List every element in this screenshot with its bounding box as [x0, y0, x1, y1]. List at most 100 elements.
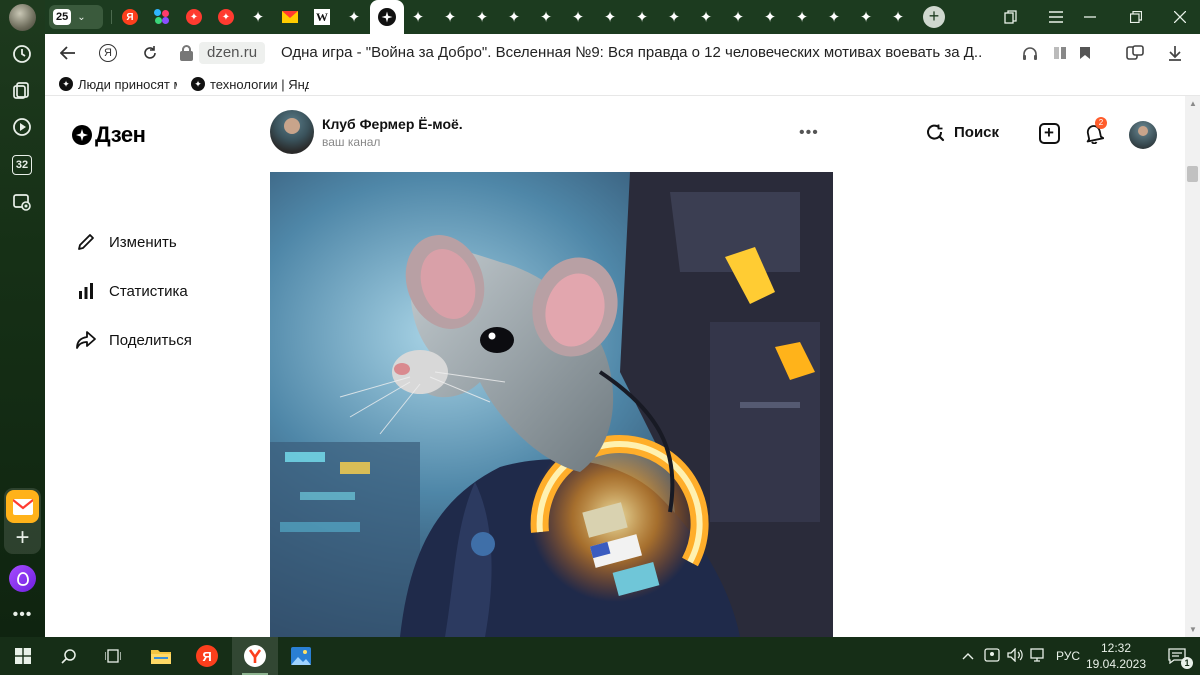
bookmark-icon[interactable] — [1075, 43, 1095, 63]
bookmark-item-1[interactable]: ✦ Люди приносят мые — [59, 75, 177, 93]
tab-dzen-11[interactable]: ✦ — [661, 5, 687, 29]
meet-now-icon[interactable] — [980, 647, 1004, 665]
search-button[interactable]: Поиск — [925, 122, 999, 142]
tabs-overview-icon[interactable] — [1000, 6, 1022, 28]
reload-icon[interactable] — [139, 42, 161, 64]
scroll-up-icon[interactable]: ▲ — [1189, 99, 1197, 108]
alice-assistant-icon[interactable] — [9, 565, 36, 592]
user-avatar[interactable] — [1129, 121, 1157, 149]
tab-dzen-3[interactable]: ✦ — [405, 5, 431, 29]
tab-dzen-17[interactable]: ✦ — [853, 5, 879, 29]
tab-wikipedia[interactable]: W — [309, 5, 335, 29]
taskbar-yandex-browser[interactable] — [232, 637, 278, 675]
url-domain[interactable]: dzen.ru — [199, 42, 266, 64]
action-center-button[interactable]: 1 — [1154, 637, 1200, 675]
more-options-icon[interactable]: ••• — [799, 124, 819, 142]
start-button[interactable] — [0, 637, 46, 675]
close-icon[interactable] — [1169, 6, 1191, 28]
tab-dzen-16[interactable]: ✦ — [821, 5, 847, 29]
mail-app-icon[interactable] — [6, 490, 39, 523]
scroll-thumb[interactable] — [1187, 166, 1198, 182]
add-app-icon[interactable]: + — [6, 526, 39, 550]
volume-icon[interactable] — [1004, 646, 1026, 665]
tab-dzen-6[interactable]: ✦ — [501, 5, 527, 29]
restore-icon[interactable] — [1125, 6, 1147, 28]
windows-taskbar: Я РУС 12:32 19.04.2023 1 — [0, 637, 1200, 675]
new-tab-button[interactable]: + — [923, 6, 945, 28]
headphones-icon[interactable] — [1020, 43, 1040, 63]
calendar-icon[interactable]: 32 — [8, 151, 36, 179]
dzen-favicon-icon: ✦ — [859, 9, 873, 26]
address-bar: Я dzen.ru Одна игра - "Война за Добро". … — [45, 34, 1200, 72]
tab-dzen-10[interactable]: ✦ — [629, 5, 655, 29]
network-icon[interactable] — [1026, 647, 1048, 665]
tab-colorful[interactable] — [149, 5, 175, 29]
dzen-favicon-icon: ✦ — [795, 9, 809, 26]
minimize-icon[interactable] — [1079, 6, 1101, 28]
tab-yandex[interactable]: Я — [117, 5, 143, 29]
tab-dzen-2[interactable]: ✦ — [341, 5, 367, 29]
tab-dzen-9[interactable]: ✦ — [597, 5, 623, 29]
bookmark-item-2[interactable]: ✦ технологии | Янде — [191, 75, 309, 93]
profile-avatar[interactable] — [9, 4, 36, 31]
tab-dzen-15[interactable]: ✦ — [789, 5, 815, 29]
collections-icon[interactable] — [8, 76, 36, 104]
colorful-dots-favicon-icon — [154, 9, 170, 25]
tab-dzen-12[interactable]: ✦ — [693, 5, 719, 29]
dzen-logo[interactable]: Дзен — [72, 122, 146, 148]
back-arrow-icon[interactable] — [57, 42, 79, 64]
channel-avatar[interactable] — [270, 110, 314, 154]
scroll-down-icon[interactable]: ▼ — [1189, 625, 1197, 634]
tab-red-1[interactable]: ✦ — [181, 5, 207, 29]
bookmark-label-text: технологии | Янд — [210, 76, 309, 92]
tab-dzen-18[interactable]: ✦ — [885, 5, 911, 29]
clock-date: 19.04.2023 — [1085, 657, 1147, 671]
lock-icon[interactable] — [178, 42, 196, 64]
tab-active-dzen[interactable] — [370, 0, 404, 34]
red-star-favicon-icon: ✦ — [218, 9, 234, 25]
download-icon[interactable] — [1165, 43, 1185, 63]
screenshot-icon[interactable] — [8, 188, 36, 216]
tab-dzen-8[interactable]: ✦ — [565, 5, 591, 29]
taskbar-explorer[interactable] — [138, 637, 184, 675]
tab-mail[interactable] — [277, 5, 303, 29]
notification-badge: 2 — [1095, 117, 1107, 129]
taskbar-photos[interactable] — [278, 637, 324, 675]
menu-item-statistics[interactable]: Статистика — [75, 279, 188, 303]
notifications-button[interactable]: 2 — [1082, 117, 1107, 145]
menu-item-edit[interactable]: Изменить — [75, 230, 177, 254]
language-indicator[interactable]: РУС — [1056, 649, 1080, 663]
tab-dzen-7[interactable]: ✦ — [533, 5, 559, 29]
tab-counter-button[interactable]: 25 ⌄ — [49, 5, 103, 29]
yandex-home-button[interactable]: Я — [97, 42, 119, 64]
dzen-favicon-icon: ✦ — [667, 9, 681, 26]
search-icon — [927, 124, 945, 142]
page-scrollbar[interactable]: ▲ ▼ — [1185, 96, 1200, 637]
taskbar-yandex[interactable]: Я — [184, 637, 230, 675]
tab-dzen-14[interactable]: ✦ — [757, 5, 783, 29]
video-icon[interactable] — [8, 113, 36, 141]
more-icon[interactable]: ••• — [10, 606, 35, 623]
history-icon[interactable] — [8, 40, 36, 68]
taskbar-search-button[interactable] — [46, 637, 92, 675]
menu-item-share[interactable]: Поделиться — [75, 328, 192, 352]
channel-name[interactable]: Клуб Фермер Ё-моё. — [322, 116, 463, 132]
chevron-up-icon[interactable] — [960, 649, 976, 663]
tab-dzen-13[interactable]: ✦ — [725, 5, 751, 29]
settings-menu-icon[interactable] — [1045, 6, 1067, 28]
menu-item-label: Поделиться — [109, 331, 192, 349]
create-post-button[interactable]: + — [1037, 121, 1061, 145]
tab-dzen-4[interactable]: ✦ — [437, 5, 463, 29]
page-title[interactable]: Одна игра - "Война за Добро". Вселенная … — [281, 43, 981, 63]
tab-dzen-5[interactable]: ✦ — [469, 5, 495, 29]
reader-mode-icon[interactable] — [1050, 43, 1070, 63]
sidebar-panel-icon[interactable] — [1125, 43, 1145, 63]
dzen-favicon-icon: ✦ — [635, 9, 649, 26]
tab-dzen-1[interactable]: ✦ — [245, 5, 271, 29]
task-view-button[interactable] — [90, 637, 136, 675]
dzen-favicon-icon: ✦ — [763, 9, 777, 26]
channel-header[interactable]: Клуб Фермер Ё-моё. ваш канал — [270, 110, 463, 154]
pencil-icon — [75, 231, 97, 253]
tab-red-2[interactable]: ✦ — [213, 5, 239, 29]
taskbar-clock[interactable]: 12:32 19.04.2023 — [1080, 640, 1152, 672]
